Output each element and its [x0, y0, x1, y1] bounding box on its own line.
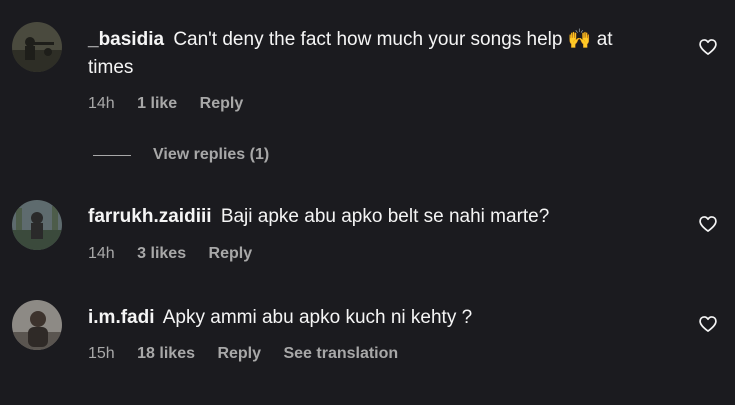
comment-body: farrukh.zaidiii Baji apke abu apko belt …: [88, 203, 648, 231]
comment-content: Apky ammi abu apko kuch ni kehty ?: [162, 307, 473, 328]
see-translation-button[interactable]: See translation: [283, 345, 398, 362]
comment-content: Can't deny the fact how much your songs …: [173, 29, 563, 50]
view-replies-button[interactable]: View replies (1): [93, 146, 269, 164]
view-replies-label: View replies (1): [153, 146, 270, 163]
avatar[interactable]: [12, 22, 62, 72]
heart-outline-icon[interactable]: [698, 314, 718, 334]
comment-meta: 15h 18 likes Reply See translation: [88, 345, 416, 363]
heart-outline-icon[interactable]: [698, 214, 718, 234]
comment-text: _basidia Can't deny the fact how much yo…: [88, 26, 648, 82]
comment-username[interactable]: _basidia: [88, 29, 164, 50]
avatar-image: [12, 300, 62, 350]
comment-likes[interactable]: 3 likes: [137, 245, 186, 262]
heart-outline-icon[interactable]: [698, 37, 718, 57]
comment-meta: 14h 3 likes Reply: [88, 245, 270, 263]
comment-time: 14h: [88, 95, 115, 112]
comment-text: i.m.fadi Apky ammi abu apko kuch ni keht…: [88, 304, 648, 332]
comment-text: farrukh.zaidiii Baji apke abu apko belt …: [88, 203, 648, 231]
reply-button[interactable]: Reply: [200, 95, 244, 112]
comment-body: i.m.fadi Apky ammi abu apko kuch ni keht…: [88, 304, 648, 332]
reply-button[interactable]: Reply: [217, 345, 261, 362]
avatar[interactable]: [12, 200, 62, 250]
comment-username[interactable]: farrukh.zaidiii: [88, 206, 212, 227]
comment-item: i.m.fadi Apky ammi abu apko kuch ni keht…: [12, 300, 722, 370]
comment-meta: 14h 1 like Reply: [88, 95, 261, 113]
replies-divider: [93, 154, 131, 156]
avatar-image: [12, 22, 62, 72]
raising-hands-emoji: 🙌: [567, 29, 592, 50]
comment-item: farrukh.zaidiii Baji apke abu apko belt …: [12, 200, 722, 270]
reply-button[interactable]: Reply: [209, 245, 253, 262]
comment-item: _basidia Can't deny the fact how much yo…: [12, 22, 722, 142]
comment-content: Baji apke abu apko belt se nahi marte?: [220, 206, 550, 227]
comment-body: _basidia Can't deny the fact how much yo…: [88, 26, 648, 82]
comment-time: 14h: [88, 245, 115, 262]
avatar-image: [12, 200, 62, 250]
comment-time: 15h: [88, 345, 115, 362]
avatar[interactable]: [12, 300, 62, 350]
comment-likes[interactable]: 18 likes: [137, 345, 195, 362]
comment-likes[interactable]: 1 like: [137, 95, 177, 112]
comments-list: _basidia Can't deny the fact how much yo…: [0, 0, 735, 405]
comment-username[interactable]: i.m.fadi: [88, 307, 155, 328]
